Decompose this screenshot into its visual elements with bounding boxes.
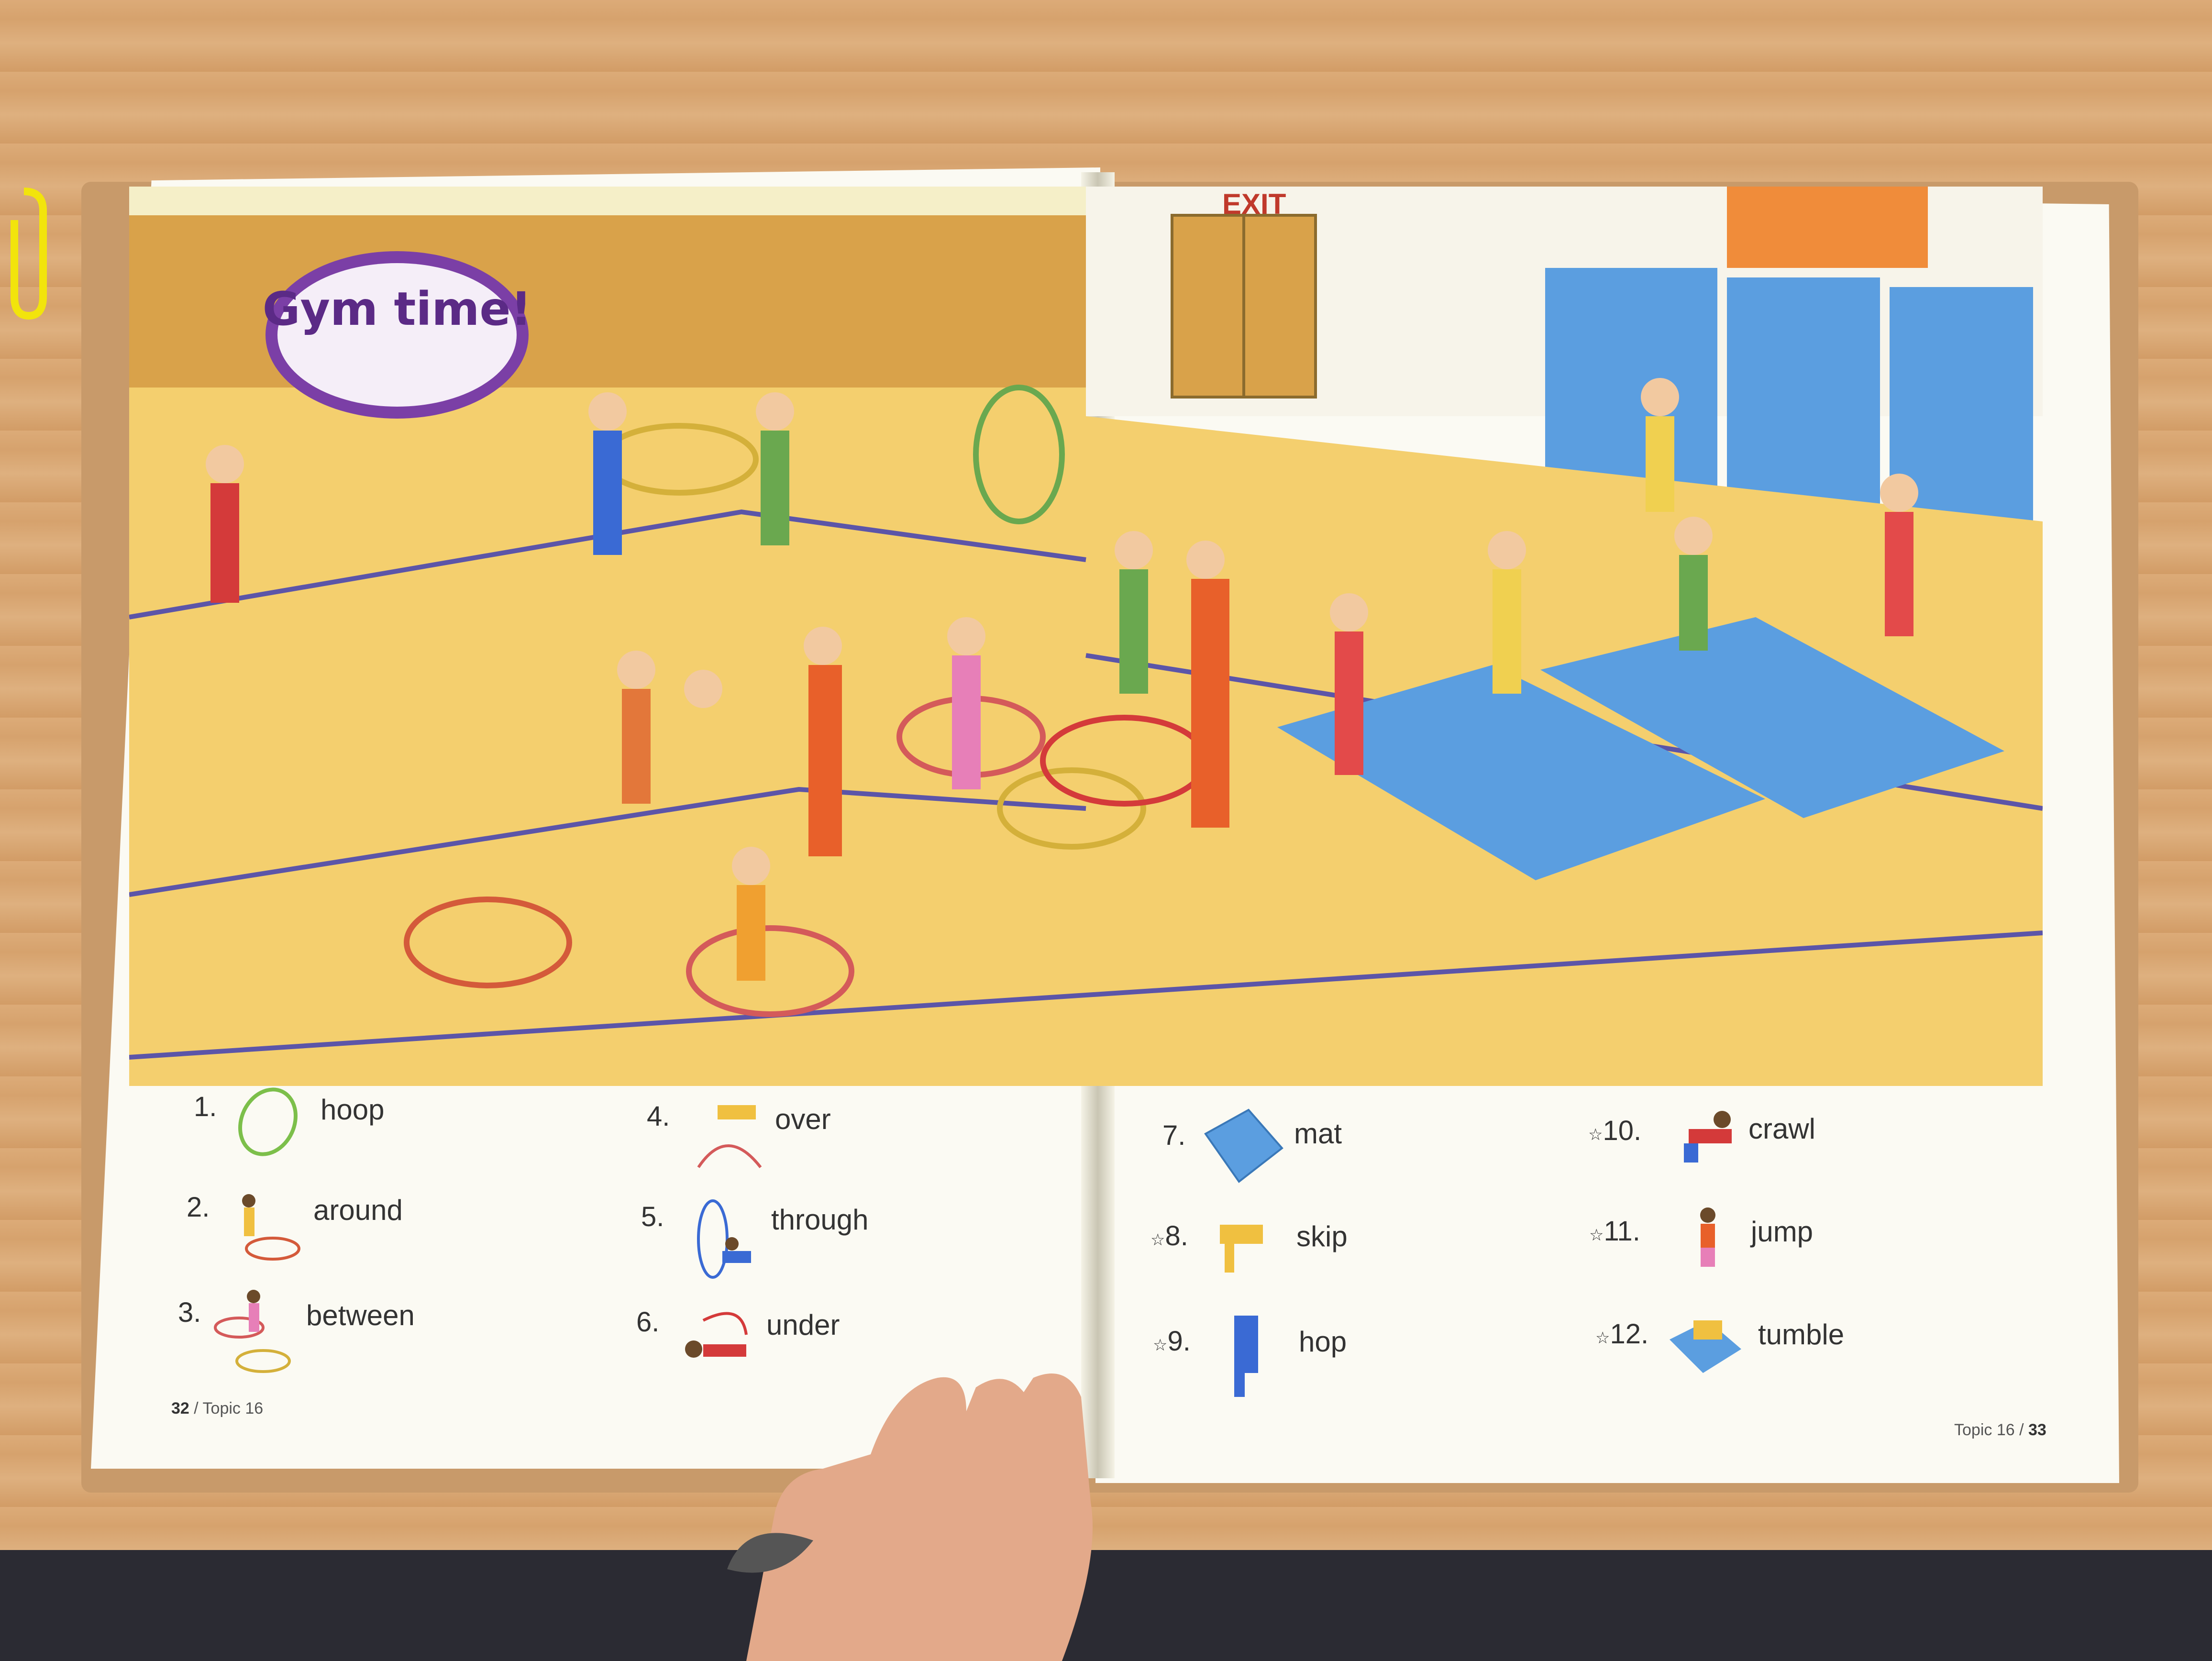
page-footer-left: 32 / Topic 16: [171, 1399, 263, 1418]
skip-icon: [1220, 1225, 1263, 1273]
page-number-right: 33: [2028, 1421, 2046, 1439]
vocab-number-8: ☆8.: [1150, 1220, 1188, 1252]
crawl-icon: [1684, 1111, 1732, 1163]
vocab-word-between: between: [306, 1299, 415, 1331]
vocab-number-10-text: 10.: [1603, 1115, 1642, 1146]
hand-image: [727, 1373, 1093, 1661]
vocab-word-jump: jump: [1751, 1216, 1814, 1248]
mat-icon: [1204, 1108, 1283, 1183]
star-icon: ☆: [1589, 1226, 1604, 1244]
page-footer-right: Topic 16 / 33: [1954, 1421, 2046, 1440]
vocab-number-12: ☆12.: [1595, 1318, 1648, 1350]
exit-sign: EXIT: [1222, 188, 1286, 220]
vocab-word-under: under: [766, 1309, 840, 1341]
vocab-number-6: 6.: [636, 1307, 660, 1338]
vocab-number-3: 3.: [178, 1297, 201, 1328]
vocab-number-1: 1.: [194, 1091, 217, 1122]
star-icon: ☆: [1153, 1336, 1168, 1354]
vocab-word-skip: skip: [1296, 1220, 1348, 1252]
tumble-icon: [1670, 1320, 1741, 1373]
vocab-word-over: over: [775, 1103, 831, 1135]
hop-icon: [1234, 1316, 1258, 1397]
between-icon: [214, 1290, 291, 1373]
vocab-word-hop: hop: [1299, 1326, 1347, 1358]
page-number-left: 32: [171, 1399, 189, 1417]
vocab-number-12-text: 12.: [1610, 1318, 1649, 1350]
page-title: Gym time!: [262, 282, 532, 336]
vocab-word-crawl: crawl: [1748, 1113, 1816, 1145]
vocab-word-mat: mat: [1294, 1118, 1342, 1150]
photo-scene: Gym time! EXIT 1. hoop 2. around 3. betw…: [0, 0, 2212, 1661]
vocab-number-9-text: 9.: [1167, 1326, 1191, 1357]
vocab-word-tumble: tumble: [1758, 1318, 1845, 1351]
vocab-number-2: 2.: [187, 1192, 210, 1223]
vocab-number-11-text: 11.: [1604, 1216, 1640, 1247]
vocab-number-5: 5.: [641, 1201, 664, 1232]
star-icon: ☆: [1595, 1329, 1610, 1347]
star-icon: ☆: [1588, 1126, 1603, 1144]
vocab-word-through: through: [771, 1204, 869, 1236]
over-icon: [697, 1105, 762, 1168]
paper-clip-icon: [11, 188, 47, 320]
vocab-word-hoop: hoop: [321, 1094, 385, 1126]
hoop-icon: [238, 1087, 298, 1156]
footer-topic-right: Topic 16 /: [1954, 1421, 2028, 1439]
vocab-number-8-text: 8.: [1165, 1220, 1188, 1251]
star-icon: ☆: [1150, 1231, 1165, 1249]
vocab-number-7: 7.: [1162, 1120, 1186, 1151]
vocab-number-4: 4.: [647, 1101, 670, 1132]
vocab-number-9: ☆9.: [1153, 1325, 1191, 1357]
vocab-word-around: around: [313, 1194, 403, 1226]
footer-topic-left: / Topic 16: [189, 1399, 264, 1417]
vocab-number-11: ☆11.: [1589, 1215, 1640, 1247]
jump-icon: [1700, 1207, 1715, 1267]
around-icon: [242, 1194, 300, 1261]
through-icon: [697, 1199, 751, 1279]
vocab-number-10: ☆10.: [1588, 1115, 1641, 1147]
